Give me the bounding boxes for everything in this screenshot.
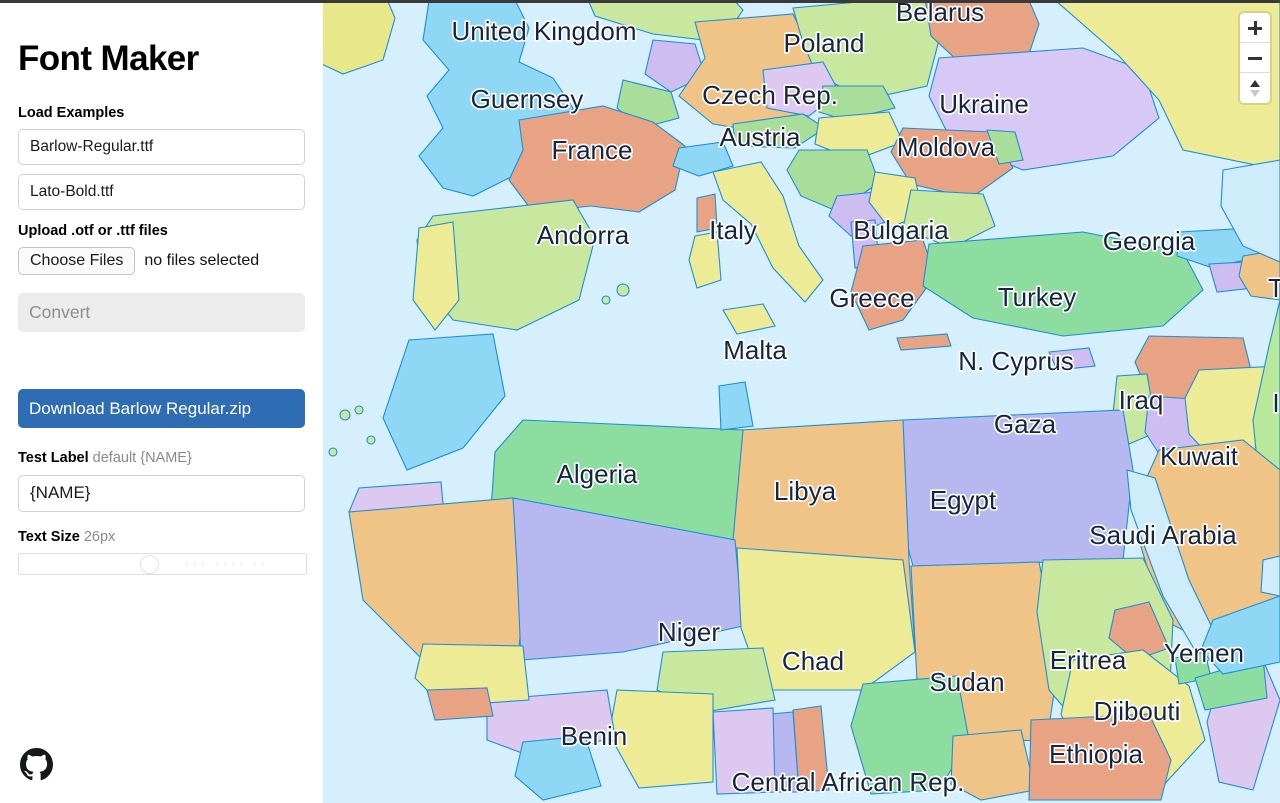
test-label-heading: Test Label default {NAME} [18, 450, 305, 467]
map-country-label: Greece [829, 283, 914, 313]
map-country-label: T [1268, 273, 1280, 303]
map-country-label: Yemen [1164, 638, 1244, 668]
map-zoom-controls[interactable] [1240, 13, 1270, 103]
map-country-label: Czech Rep. [702, 80, 838, 110]
slider-ticks [186, 561, 264, 568]
map-country-label: Algeria [557, 459, 638, 489]
map-country-label: Italy [709, 215, 757, 245]
map-country-label: United Kingdom [452, 16, 637, 46]
test-label-hint: default {NAME} [92, 450, 192, 467]
map-country-label: Ethiopia [1049, 739, 1143, 769]
map-country-label: Gaza [994, 409, 1057, 439]
page-root: United Kingdom Poland Belarus Guernsey Czech… [0, 0, 1280, 803]
page-title: Font Maker [18, 39, 199, 78]
compass-up-icon [1250, 80, 1260, 87]
map-country-label: Malta [723, 335, 787, 365]
map-country-label: Belarus [896, 0, 984, 27]
map-country-label: Bulgaria [853, 215, 949, 245]
map-country-label: Moldova [897, 132, 996, 162]
example-button-barlow[interactable]: Barlow-Regular.ttf [18, 128, 305, 165]
example-button-lato[interactable]: Lato-Bold.ttf [18, 173, 305, 210]
map-country-label: Poland [784, 28, 865, 58]
map-country-label: Andorra [537, 220, 630, 250]
zoom-in-button[interactable] [1240, 13, 1270, 43]
map-country-label: N. Cyprus [958, 346, 1074, 376]
map-country-label: Libya [774, 476, 837, 506]
map-country-label: Chad [782, 646, 844, 676]
map-country-label: Egypt [930, 485, 997, 515]
map-country-label: Kuwait [1160, 441, 1239, 471]
map-country-label: Eritrea [1050, 645, 1127, 675]
file-upload-row: Choose Files no files selected [18, 247, 305, 276]
map-country-label: Benin [561, 721, 628, 751]
map-country-label: Georgia [1103, 226, 1196, 256]
map-country-label: Austria [720, 122, 801, 152]
map-country-label: Central African Rep. [732, 767, 965, 797]
sidebar: Font Maker Load Examples Barlow-Regular.… [0, 0, 323, 803]
test-label-title: Test Label [18, 450, 89, 467]
zoom-out-button[interactable] [1240, 43, 1270, 73]
github-icon[interactable] [20, 748, 53, 781]
map-country-label: Niger [658, 617, 720, 647]
map-country-label: France [552, 135, 633, 165]
file-status-text: no files selected [144, 252, 260, 270]
choose-files-button[interactable]: Choose Files [18, 247, 136, 276]
test-label-input[interactable] [18, 474, 305, 512]
text-size-value: 26px [83, 528, 116, 545]
upload-label: Upload .otf or .ttf files [18, 222, 168, 239]
text-size-heading: Text Size 26px [18, 529, 305, 546]
compass-button[interactable] [1240, 73, 1270, 103]
convert-button[interactable]: Convert [18, 293, 305, 333]
text-size-slider[interactable] [18, 553, 307, 576]
map-country-label: Turkey [998, 282, 1077, 312]
map-country-label: Iraq [1119, 385, 1164, 415]
map-country-label: Sudan [929, 667, 1004, 697]
slider-thumb[interactable] [140, 555, 159, 575]
map-country-label: Saudi Arabia [1089, 520, 1237, 550]
map-canvas[interactable]: United Kingdom Poland Belarus Guernsey Czech… [323, 0, 1280, 803]
browser-chrome-strip [0, 0, 1280, 3]
load-examples-label: Load Examples [18, 104, 125, 121]
map-country-label: I [1272, 388, 1279, 418]
download-button[interactable]: Download Barlow Regular.zip [18, 389, 305, 429]
map-country-label: Ukraine [939, 89, 1029, 119]
map-country-label: Guernsey [471, 84, 584, 114]
map-country-label: Djibouti [1094, 696, 1181, 726]
compass-down-icon [1250, 90, 1260, 97]
text-size-title: Text Size [18, 528, 80, 545]
